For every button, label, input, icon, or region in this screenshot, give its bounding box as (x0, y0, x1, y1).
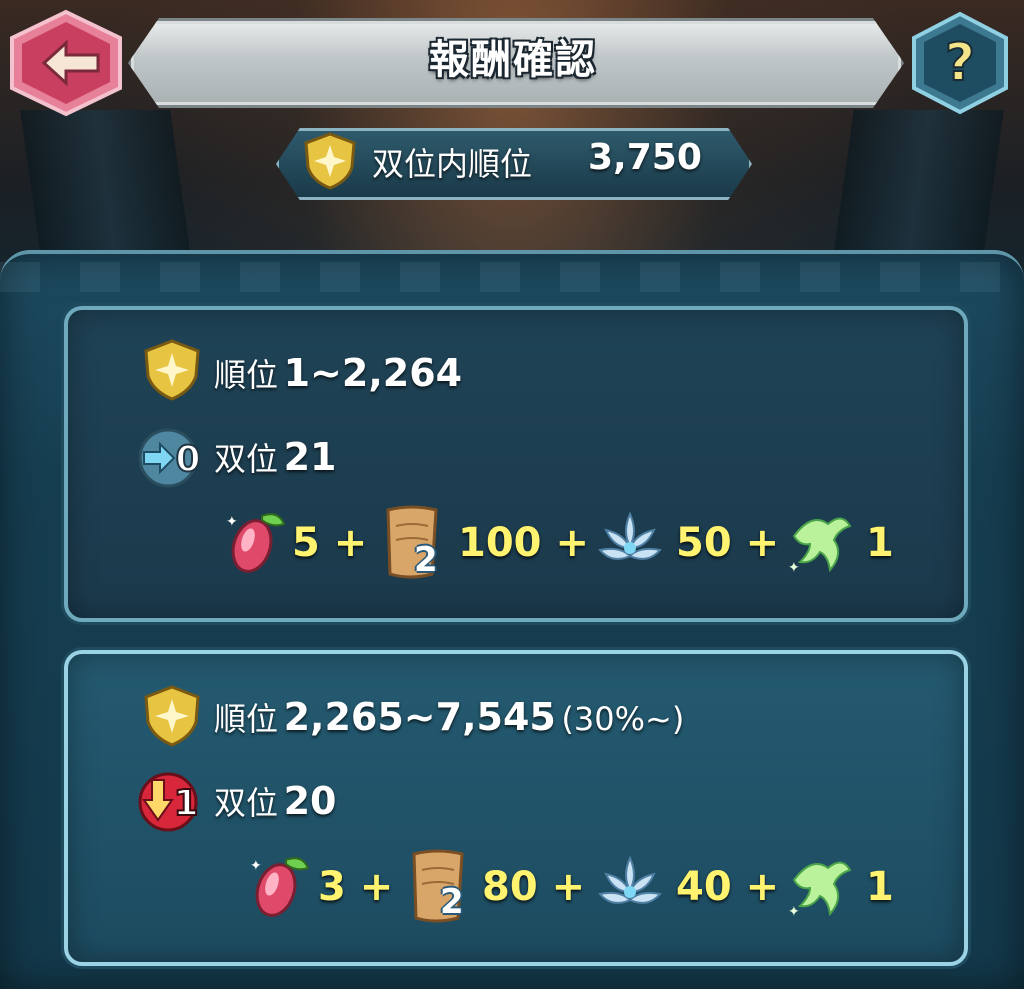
rank-label: 順位 (214, 356, 279, 394)
score-value: 3,750 (588, 137, 702, 178)
divine-fruit-icon: ✦ (226, 513, 286, 573)
green-phoenix-icon: ✦ (788, 861, 852, 920)
reward-amount: 1 (866, 864, 894, 910)
lotus-flower-icon (598, 511, 662, 560)
tier-value: 20 (283, 779, 337, 823)
reward-tag: 2 (440, 882, 464, 922)
lotus-flower-icon (598, 855, 662, 904)
rank-label: 順位 (214, 700, 279, 738)
svg-text:✦: ✦ (226, 514, 238, 530)
arrow-left-icon (10, 9, 122, 117)
svg-text:✦: ✦ (788, 560, 800, 576)
green-phoenix-icon: ✦ (788, 517, 852, 576)
reward-amount: 1 (866, 520, 894, 566)
panel-decoration (0, 262, 1024, 292)
gold-shield-icon (144, 685, 200, 747)
reward-amount: 5 + (292, 520, 368, 566)
rank-range: 1~2,264 (283, 351, 463, 395)
arrow-down-1-icon: 1 (138, 772, 200, 832)
tier-label: 双位 (214, 440, 279, 478)
svg-text:✦: ✦ (250, 858, 262, 874)
tier-badge-value: 1 (173, 783, 198, 824)
reward-amount: 50 + (676, 520, 780, 566)
question-mark-icon: ? (912, 11, 1008, 115)
divine-fruit-icon: ✦ (250, 857, 310, 917)
page-title: 報酬確認 (429, 37, 597, 83)
back-button[interactable] (6, 8, 126, 118)
background-pillar (834, 110, 1004, 250)
tier-badge-value: 0 (175, 439, 200, 480)
rank-row: 順位 1~2,264 (214, 350, 462, 396)
tier-value: 21 (283, 435, 337, 479)
help-button[interactable]: ? (910, 8, 1010, 118)
svg-text:?: ? (945, 33, 975, 93)
svg-text:✦: ✦ (788, 904, 800, 920)
tier-label: 双位 (214, 784, 279, 822)
rank-row: 順位 2,265~7,545 (30%~) (214, 694, 684, 740)
reward-amount: 3 + (318, 864, 394, 910)
gold-shield-icon (304, 132, 356, 190)
tier-row: 双位 21 (214, 434, 336, 480)
score-label: 双位内順位 (372, 145, 533, 183)
reward-amount: 100 + (458, 520, 589, 566)
rank-note: (30%~) (561, 700, 685, 738)
tier-row: 双位 20 (214, 778, 336, 824)
reward-amount: 80 + (482, 864, 586, 910)
reward-amount: 40 + (676, 864, 780, 910)
background-pillar (20, 110, 190, 250)
gold-shield-icon (144, 339, 200, 401)
reward-tag: 2 (414, 540, 438, 580)
arrow-right-0-icon: 0 (138, 428, 202, 488)
rank-range: 2,265~7,545 (283, 695, 556, 739)
